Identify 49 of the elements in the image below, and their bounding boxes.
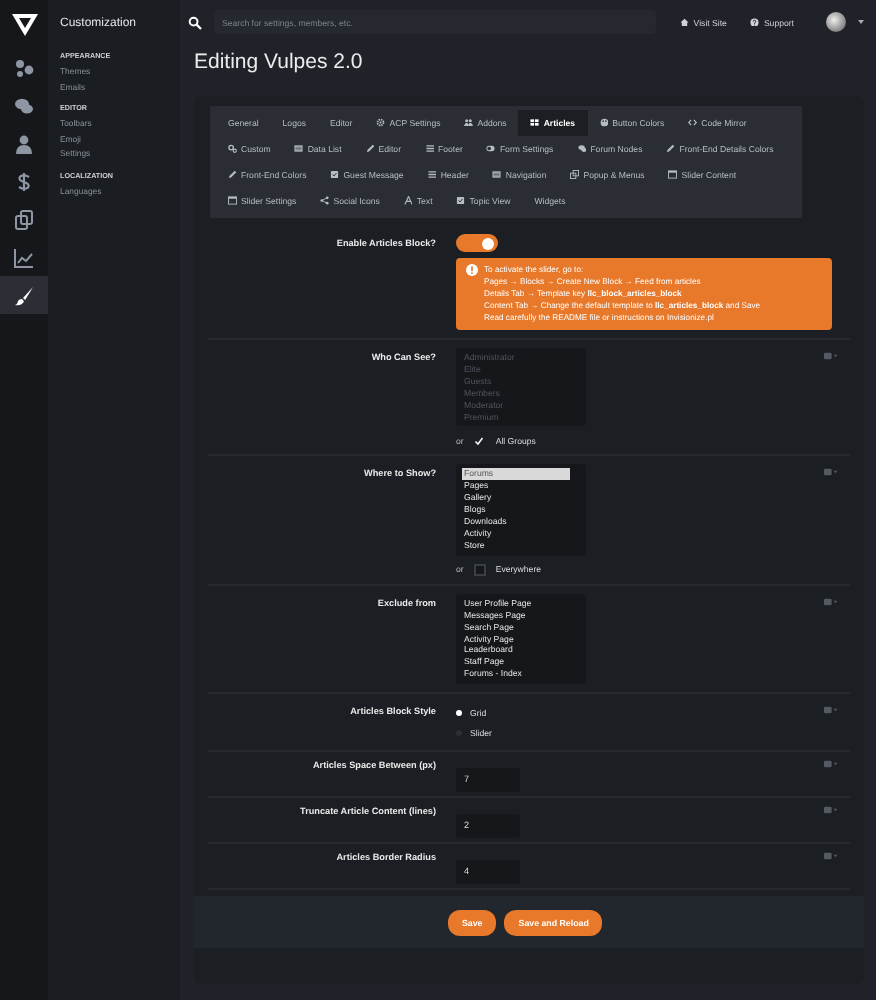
options-icon — [823, 806, 837, 815]
help-icon — [750, 17, 760, 27]
dollar-icon — [14, 171, 34, 191]
caret-icon — [858, 20, 864, 24]
grid-icon — [530, 118, 540, 128]
page-title: Editing Vulpes 2.0 — [192, 48, 365, 78]
chat-icon — [14, 95, 34, 115]
radio-button[interactable] — [456, 709, 462, 716]
toggle-switch[interactable] — [456, 234, 498, 252]
options-icon — [823, 706, 837, 715]
bars-icon — [427, 170, 437, 180]
check-square-icon — [456, 196, 466, 206]
bars-icon — [425, 144, 435, 154]
pencil-icon — [666, 144, 676, 154]
people-icon — [464, 118, 474, 128]
pencil-icon — [228, 170, 237, 180]
avatar[interactable] — [826, 12, 846, 32]
info-icon — [466, 264, 478, 276]
palette-icon — [599, 118, 609, 128]
options-icon — [823, 352, 837, 360]
gears-icon — [228, 144, 237, 154]
check-square-icon — [330, 170, 340, 180]
list-icon — [294, 144, 304, 154]
code-icon — [688, 118, 698, 128]
user-icon — [14, 133, 34, 153]
list-icon — [492, 170, 502, 180]
nav-item[interactable] — [0, 276, 48, 314]
options-icon — [823, 760, 837, 769]
check-icon — [474, 435, 485, 446]
chart-icon — [14, 247, 34, 267]
home-icon — [680, 17, 690, 27]
chat-icon — [577, 144, 587, 154]
checkbox[interactable] — [473, 563, 486, 576]
logo-icon — [11, 13, 37, 35]
pencil-icon — [365, 144, 375, 154]
options-icon — [823, 468, 837, 477]
toggle-icon — [486, 144, 496, 154]
window-icon — [228, 196, 237, 206]
options-icon — [823, 597, 837, 606]
search-icon — [188, 15, 202, 29]
copy-icon — [14, 209, 34, 229]
gear-icon — [376, 118, 386, 128]
windows-icon — [570, 170, 580, 180]
brush-icon — [14, 285, 34, 305]
nodes-icon — [14, 57, 34, 77]
options-icon — [823, 852, 837, 861]
window-icon — [668, 170, 678, 180]
font-icon — [403, 196, 413, 206]
share-icon — [320, 196, 330, 206]
